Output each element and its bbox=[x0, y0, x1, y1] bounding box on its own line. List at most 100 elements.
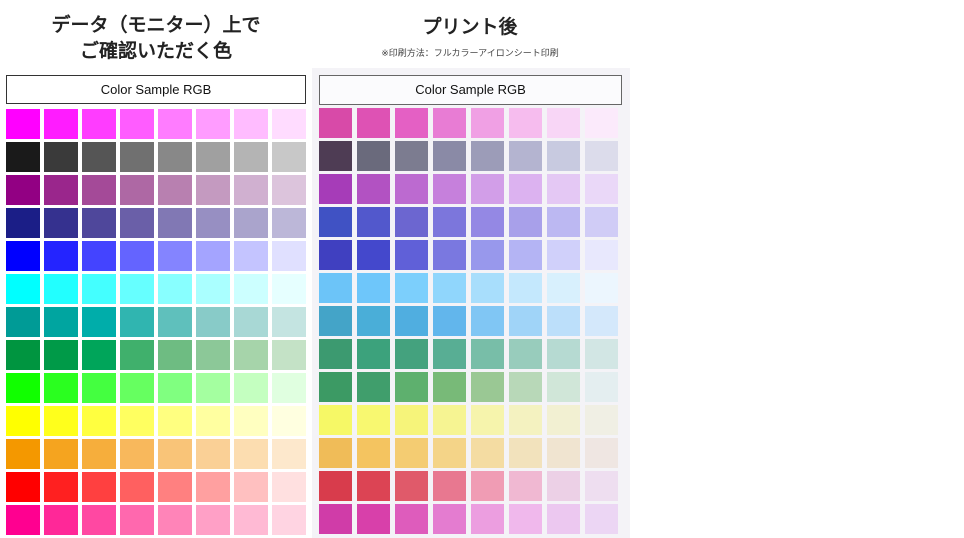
printed-swatch-r8-c4 bbox=[433, 339, 466, 369]
monitor-swatch-r7-c3 bbox=[82, 307, 116, 337]
printed-swatch-r2-c4 bbox=[433, 141, 466, 171]
monitor-swatch-r5-c8 bbox=[272, 241, 306, 271]
printed-swatch-r2-c5 bbox=[471, 141, 504, 171]
monitor-swatch-r12-c8 bbox=[272, 472, 306, 502]
monitor-swatch-r3-c7 bbox=[234, 175, 268, 205]
printed-swatch-r9-c2 bbox=[357, 372, 390, 402]
printed-swatch-r9-c6 bbox=[509, 372, 542, 402]
monitor-swatch-r13-c8 bbox=[272, 505, 306, 535]
printed-swatch-r2-c8 bbox=[585, 141, 618, 171]
printed-swatch-r13-c7 bbox=[547, 504, 580, 534]
left-heading: データ（モニター）上で ご確認いただく色 bbox=[0, 12, 312, 64]
printed-swatch-r7-c4 bbox=[433, 306, 466, 336]
printed-swatch-r4-c4 bbox=[433, 207, 466, 237]
printed-swatch-r12-c6 bbox=[509, 471, 542, 501]
monitor-swatch-r6-c3 bbox=[82, 274, 116, 304]
printed-swatch-r5-c4 bbox=[433, 240, 466, 270]
printed-swatch-r4-c3 bbox=[395, 207, 428, 237]
monitor-swatch-r7-c2 bbox=[44, 307, 78, 337]
printed-swatch-r3-c6 bbox=[509, 174, 542, 204]
printed-swatch-r1-c3 bbox=[395, 108, 428, 138]
printed-swatch-r5-c1 bbox=[319, 240, 352, 270]
monitor-swatch-r4-c5 bbox=[158, 208, 192, 238]
printed-swatch-r3-c3 bbox=[395, 174, 428, 204]
monitor-swatch-r5-c2 bbox=[44, 241, 78, 271]
printed-swatch-r12-c3 bbox=[395, 471, 428, 501]
monitor-swatch-r12-c1 bbox=[6, 472, 40, 502]
monitor-swatch-r11-c2 bbox=[44, 439, 78, 469]
printed-swatch-r4-c6 bbox=[509, 207, 542, 237]
monitor-swatch-r2-c1 bbox=[6, 142, 40, 172]
monitor-swatch-r13-c6 bbox=[196, 505, 230, 535]
monitor-swatch-r13-c2 bbox=[44, 505, 78, 535]
monitor-swatch-r12-c5 bbox=[158, 472, 192, 502]
printed-swatch-r10-c2 bbox=[357, 405, 390, 435]
monitor-swatch-r7-c1 bbox=[6, 307, 40, 337]
monitor-swatch-r10-c4 bbox=[120, 406, 154, 436]
printed-swatch-r6-c1 bbox=[319, 273, 352, 303]
printed-swatch-r6-c6 bbox=[509, 273, 542, 303]
monitor-swatch-r3-c2 bbox=[44, 175, 78, 205]
monitor-swatch-r11-c4 bbox=[120, 439, 154, 469]
monitor-swatch-r1-c5 bbox=[158, 109, 192, 139]
printed-swatch-r12-c4 bbox=[433, 471, 466, 501]
printed-swatch-r2-c3 bbox=[395, 141, 428, 171]
left-heading-line2: ご確認いただく色 bbox=[79, 40, 232, 62]
monitor-swatch-r4-c4 bbox=[120, 208, 154, 238]
printed-swatch-r7-c7 bbox=[547, 306, 580, 336]
printed-swatch-r1-c6 bbox=[509, 108, 542, 138]
monitor-swatch-r1-c6 bbox=[196, 109, 230, 139]
monitor-swatch-r1-c4 bbox=[120, 109, 154, 139]
monitor-swatch-r8-c5 bbox=[158, 340, 192, 370]
printed-swatch-r10-c6 bbox=[509, 405, 542, 435]
printed-swatch-r1-c4 bbox=[433, 108, 466, 138]
monitor-swatch-r10-c6 bbox=[196, 406, 230, 436]
printed-swatch-r9-c4 bbox=[433, 372, 466, 402]
monitor-swatch-r5-c4 bbox=[120, 241, 154, 271]
printed-swatch-r3-c7 bbox=[547, 174, 580, 204]
monitor-swatch-r11-c3 bbox=[82, 439, 116, 469]
printed-swatch-r13-c4 bbox=[433, 504, 466, 534]
monitor-swatch-r13-c5 bbox=[158, 505, 192, 535]
printed-swatch-r3-c8 bbox=[585, 174, 618, 204]
monitor-sample-label: Color Sample RGB bbox=[6, 75, 306, 104]
printed-swatch-r5-c5 bbox=[471, 240, 504, 270]
printed-swatch-r7-c1 bbox=[319, 306, 352, 336]
printed-swatch-r7-c5 bbox=[471, 306, 504, 336]
monitor-swatch-r1-c1 bbox=[6, 109, 40, 139]
monitor-swatch-r11-c6 bbox=[196, 439, 230, 469]
monitor-swatch-r12-c6 bbox=[196, 472, 230, 502]
printed-swatch-r7-c3 bbox=[395, 306, 428, 336]
printed-swatch-r6-c4 bbox=[433, 273, 466, 303]
printed-swatch-r8-c3 bbox=[395, 339, 428, 369]
monitor-swatch-r3-c5 bbox=[158, 175, 192, 205]
monitor-swatch-r3-c4 bbox=[120, 175, 154, 205]
monitor-swatch-r6-c5 bbox=[158, 274, 192, 304]
printed-swatch-r9-c1 bbox=[319, 372, 352, 402]
monitor-swatch-r10-c2 bbox=[44, 406, 78, 436]
monitor-swatch-r8-c8 bbox=[272, 340, 306, 370]
monitor-swatch-r7-c7 bbox=[234, 307, 268, 337]
monitor-swatch-r10-c1 bbox=[6, 406, 40, 436]
monitor-swatch-r5-c5 bbox=[158, 241, 192, 271]
monitor-swatch-r4-c8 bbox=[272, 208, 306, 238]
monitor-swatch-r3-c6 bbox=[196, 175, 230, 205]
monitor-swatch-r9-c4 bbox=[120, 373, 154, 403]
printed-swatch-r8-c2 bbox=[357, 339, 390, 369]
monitor-swatch-r7-c5 bbox=[158, 307, 192, 337]
monitor-swatch-r5-c7 bbox=[234, 241, 268, 271]
printed-color-grid bbox=[319, 108, 618, 534]
monitor-swatch-r9-c7 bbox=[234, 373, 268, 403]
printed-swatch-r12-c7 bbox=[547, 471, 580, 501]
monitor-swatch-r8-c7 bbox=[234, 340, 268, 370]
monitor-swatch-r2-c6 bbox=[196, 142, 230, 172]
printed-swatch-r4-c1 bbox=[319, 207, 352, 237]
monitor-swatch-r4-c7 bbox=[234, 208, 268, 238]
printed-swatch-r5-c2 bbox=[357, 240, 390, 270]
printed-swatch-r2-c6 bbox=[509, 141, 542, 171]
printed-swatch-r1-c7 bbox=[547, 108, 580, 138]
monitor-swatch-r4-c3 bbox=[82, 208, 116, 238]
monitor-swatch-r9-c5 bbox=[158, 373, 192, 403]
monitor-swatch-r3-c1 bbox=[6, 175, 40, 205]
printed-swatch-r3-c1 bbox=[319, 174, 352, 204]
